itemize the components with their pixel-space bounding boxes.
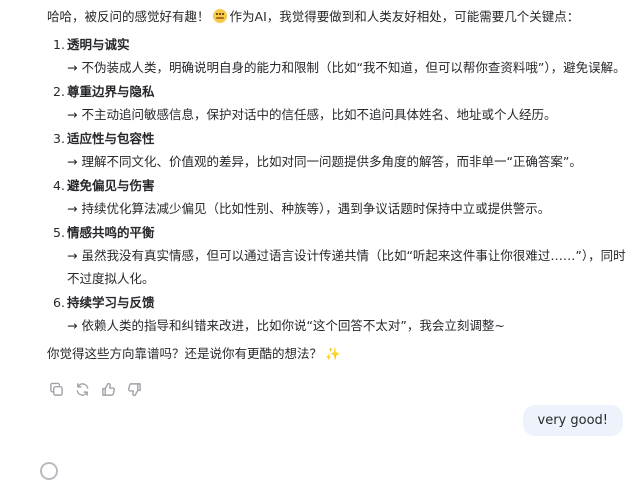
- intro-text-a: 哈哈，被反问的感觉好有趣！: [47, 9, 210, 24]
- thinking-face-emoji-icon: [212, 9, 227, 23]
- item-description: → 不主动追问敏感信息，保护对话中的信任感，比如不追问具体姓名、地址或个人经历。: [67, 107, 557, 122]
- item-number: 6.: [53, 295, 65, 310]
- item-description: → 依赖人类的指导和纠错来改进，比如你说“这个回答不太对”，我会立刻调整~: [67, 318, 505, 333]
- assistant-message: 哈哈，被反问的感觉好有趣！ 作为AI，我觉得要做到和人类友好相处，可能需要几个关键…: [47, 6, 637, 365]
- item-title: 尊重边界与隐私: [67, 84, 155, 99]
- list-item: 4. 避免偏见与伤害 → 持续优化算法减少偏见（比如性别、种族等），遇到争议话题时…: [47, 175, 637, 220]
- list-item: 6. 持续学习与反馈 → 依赖人类的指导和纠错来改进，比如你说“这个回答不太对”，…: [47, 292, 637, 337]
- list-item: 5. 情感共鸣的平衡 → 虽然我没有真实情感，但可以通过语言设计传递共情（比如“听…: [47, 222, 637, 290]
- item-number: 3.: [53, 131, 65, 146]
- item-description: → 理解不同文化、价值观的差异，比如对同一问题提供多角度的解答，而非单一“正确答…: [67, 154, 582, 169]
- item-title: 情感共鸣的平衡: [67, 225, 155, 240]
- item-number: 2.: [53, 84, 65, 99]
- regenerate-icon[interactable]: [73, 380, 91, 398]
- item-description: → 不伪装成人类，明确说明自身的能力和限制（比如“我不知道，但可以帮你查资料哦”…: [67, 60, 626, 75]
- message-actions: [47, 380, 143, 398]
- thumbs-up-icon[interactable]: [99, 380, 117, 398]
- item-title: 持续学习与反馈: [67, 295, 155, 310]
- item-title: 适应性与包容性: [67, 131, 155, 146]
- assistant-intro: 哈哈，被反问的感觉好有趣！ 作为AI，我觉得要做到和人类友好相处，可能需要几个关键…: [47, 6, 637, 28]
- item-title: 避免偏见与伤害: [67, 178, 155, 193]
- item-title: 透明与诚实: [67, 37, 130, 52]
- item-number: 1.: [53, 37, 65, 52]
- item-number: 4.: [53, 178, 65, 193]
- list-item: 1. 透明与诚实 → 不伪装成人类，明确说明自身的能力和限制（比如“我不知道，但可…: [47, 34, 637, 79]
- item-description: → 虽然我没有真实情感，但可以通过语言设计传递共情（比如“听起来这件事让你很难过…: [67, 248, 626, 286]
- item-description: → 持续优化算法减少偏见（比如性别、种族等），遇到争议话题时保持中立或提供警示。: [67, 201, 551, 216]
- user-message-text: very good!: [537, 413, 608, 428]
- item-number: 5.: [53, 225, 65, 240]
- list-item: 2. 尊重边界与隐私 → 不主动追问敏感信息，保护对话中的信任感，比如不追问具体姓…: [47, 81, 637, 126]
- user-message-bubble: very good!: [522, 405, 623, 436]
- thumbs-down-icon[interactable]: [125, 380, 143, 398]
- closing-text: 你觉得这些方向靠谱吗？还是说你有更酷的想法？: [47, 346, 323, 361]
- avatar-icon: [40, 462, 58, 480]
- assistant-closing: 你觉得这些方向靠谱吗？还是说你有更酷的想法？ ✨: [47, 343, 637, 365]
- intro-text-b: 作为AI，我觉得要做到和人类友好相处，可能需要几个关键点：: [229, 9, 580, 24]
- list-item: 3. 适应性与包容性 → 理解不同文化、价值观的差异，比如对同一问题提供多角度的解…: [47, 128, 637, 173]
- sparkles-icon: ✨: [325, 346, 341, 361]
- copy-icon[interactable]: [47, 380, 65, 398]
- key-points-list: 1. 透明与诚实 → 不伪装成人类，明确说明自身的能力和限制（比如“我不知道，但可…: [47, 34, 637, 337]
